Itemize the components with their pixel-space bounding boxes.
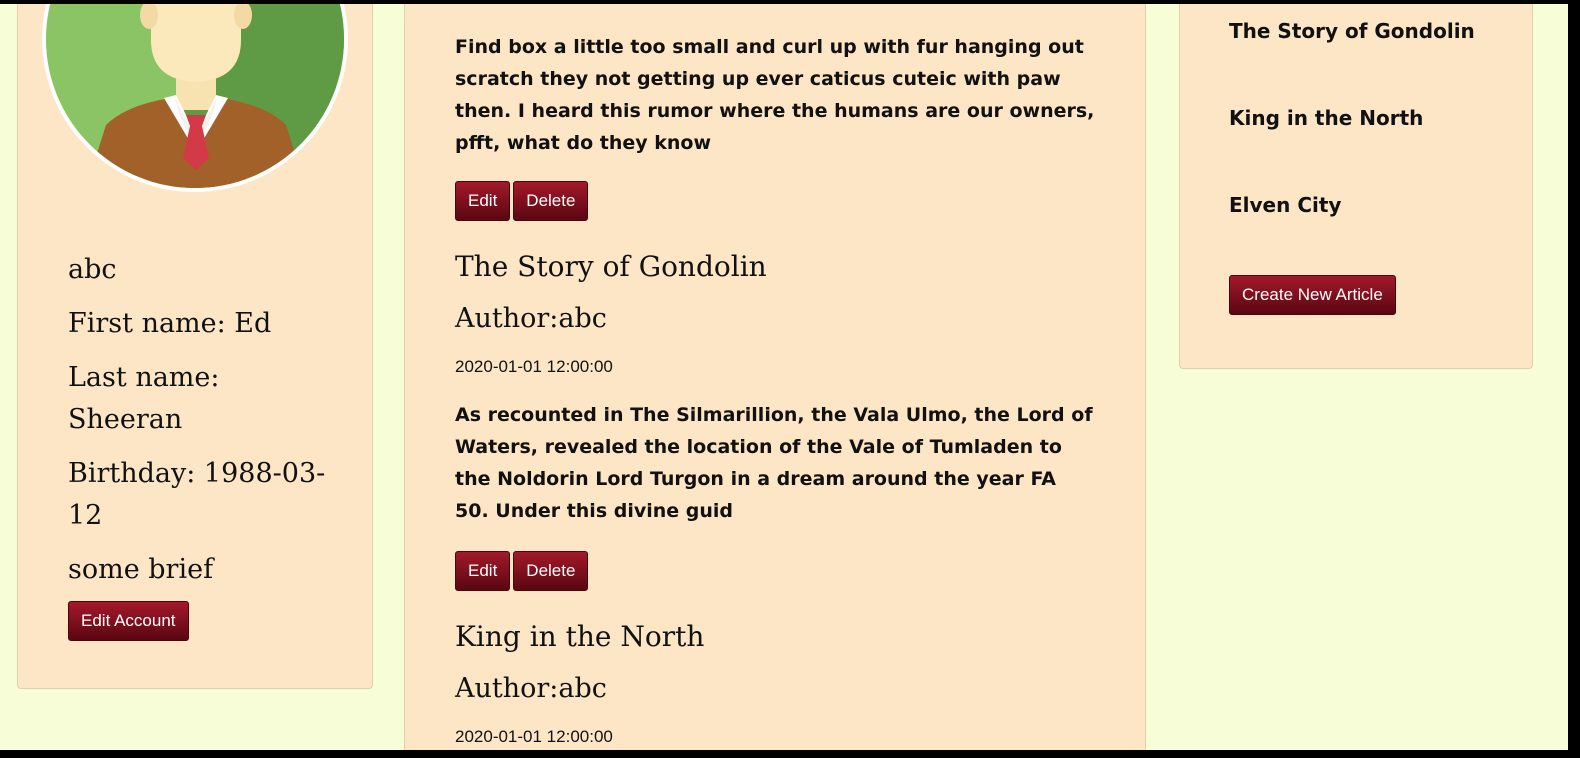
profile-last-name: Last name: Sheeran xyxy=(68,362,220,435)
user-avatar-icon xyxy=(42,4,348,192)
profile-birthday: Birthday: 1988-03-12 xyxy=(68,458,326,531)
post-date: 2020-01-01 12:00:00 xyxy=(455,727,613,746)
edit-post-button[interactable]: Edit xyxy=(455,181,511,221)
profile-brief: some brief xyxy=(68,554,214,585)
create-article-button[interactable]: Create New Article xyxy=(1229,275,1396,315)
delete-post-button[interactable]: Delete xyxy=(513,181,589,221)
sidebar-article-link[interactable]: King in the North xyxy=(1229,106,1423,130)
sidebar-article-link[interactable]: Elven City xyxy=(1229,193,1341,217)
post-date: 2020-01-01 12:00:00 xyxy=(455,357,613,376)
post-author: Author:abc xyxy=(455,303,607,334)
delete-post-button[interactable]: Delete xyxy=(513,551,589,591)
page-viewport: abc First name: Ed Last name: Sheeran Bi… xyxy=(0,4,1568,750)
articles-sidebar: The Story of Gondolin King in the North … xyxy=(1179,4,1533,369)
posts-card: Find box a little too small and curl up … xyxy=(404,4,1146,750)
post-title[interactable]: King in the North xyxy=(455,620,704,653)
sidebar-article-link[interactable]: The Story of Gondolin xyxy=(1229,19,1475,43)
post-actions: Edit Delete xyxy=(455,551,591,591)
post-title[interactable]: The Story of Gondolin xyxy=(455,250,767,283)
post-actions: Edit Delete xyxy=(455,181,591,221)
edit-account-button[interactable]: Edit Account xyxy=(68,601,189,641)
profile-details: abc First name: Ed Last name: Sheeran Bi… xyxy=(68,249,338,603)
profile-card: abc First name: Ed Last name: Sheeran Bi… xyxy=(17,4,373,689)
post-body: As recounted in The Silmarillion, the Va… xyxy=(455,404,1093,522)
profile-username: abc xyxy=(68,254,117,285)
edit-post-button[interactable]: Edit xyxy=(455,551,511,591)
post-author: Author:abc xyxy=(455,673,607,704)
profile-first-name: First name: Ed xyxy=(68,308,272,339)
post-body: Find box a little too small and curl up … xyxy=(455,36,1095,154)
